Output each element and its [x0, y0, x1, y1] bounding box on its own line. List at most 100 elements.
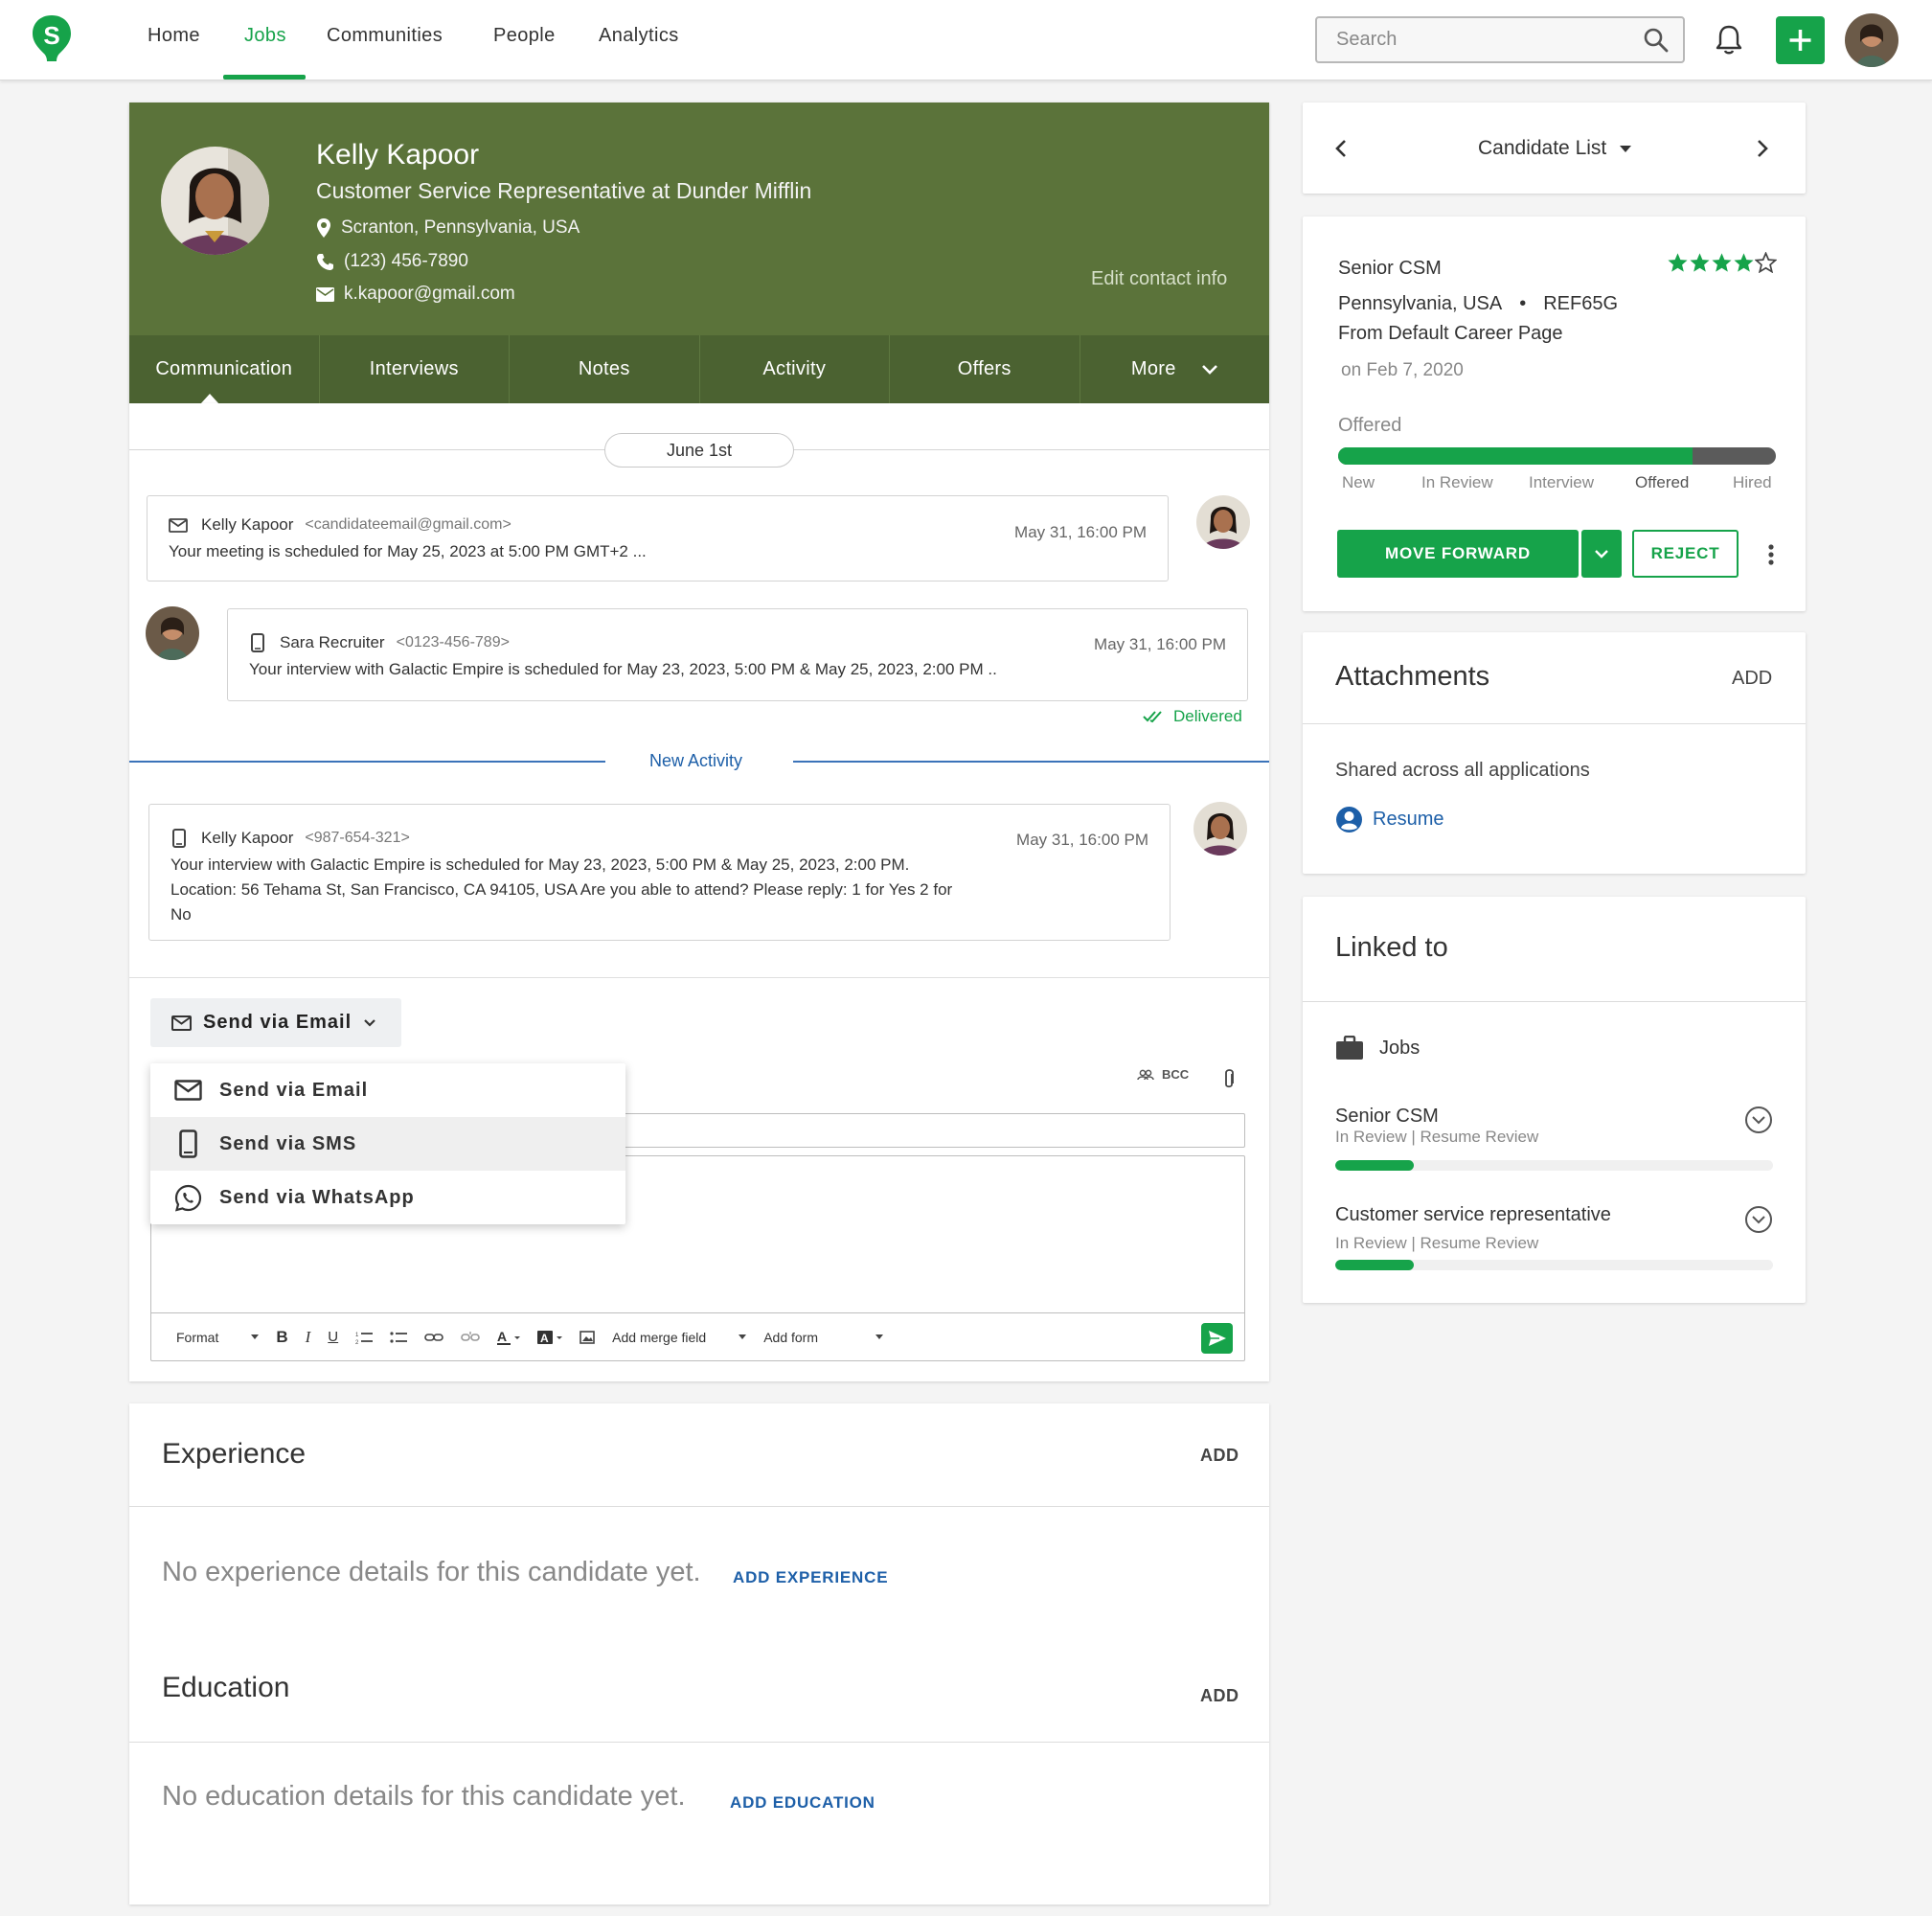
linked-job-name[interactable]: Senior CSM [1335, 1106, 1439, 1128]
move-forward-dropdown[interactable] [1581, 530, 1622, 578]
send-via-button[interactable]: Send via Email [150, 998, 401, 1047]
message-header: Sara Recruiter <0123-456-789> [251, 633, 510, 652]
italic-icon[interactable]: I [306, 1328, 311, 1347]
user-avatar[interactable] [1845, 13, 1898, 67]
dropdown-label: Send via Email [219, 1079, 369, 1101]
chevron-down-icon [1201, 364, 1218, 375]
image-icon[interactable] [580, 1330, 595, 1344]
mobile-phone-icon [251, 633, 264, 652]
tab-interviews[interactable]: Interviews [320, 335, 510, 403]
add-experience-link[interactable]: ADD EXPERIENCE [733, 1568, 888, 1587]
job-meta: Pennsylvania, USA • REF65G [1338, 293, 1618, 315]
message-card[interactable]: Kelly Kapoor <987-654-321> Your intervie… [148, 804, 1171, 941]
more-options-icon[interactable] [1768, 544, 1774, 565]
star-filled-icon[interactable] [1711, 252, 1733, 273]
text-color-icon[interactable]: A [497, 1330, 521, 1345]
candidate-phone: (123) 456-7890 [316, 251, 468, 272]
tab-more[interactable]: More [1080, 335, 1270, 403]
star-filled-icon[interactable] [1667, 252, 1689, 273]
add-education-link[interactable]: ADD EDUCATION [730, 1793, 875, 1813]
chevron-left-icon[interactable] [1335, 139, 1347, 158]
message-card[interactable]: Sara Recruiter <0123-456-789> Your inter… [227, 608, 1248, 701]
stage-interview: Interview [1529, 473, 1595, 491]
caret-down-icon [1620, 145, 1632, 152]
search-icon[interactable] [1643, 27, 1670, 54]
add-form-select[interactable]: Add form [763, 1330, 818, 1345]
nav-home[interactable]: Home [148, 25, 200, 47]
star-empty-icon[interactable] [1755, 252, 1777, 273]
search-box [1315, 16, 1685, 63]
chevron-right-icon[interactable] [1757, 139, 1768, 158]
add-attachment-button[interactable]: ADD [1732, 668, 1772, 690]
nav-people[interactable]: People [493, 25, 556, 47]
tab-offers[interactable]: Offers [890, 335, 1080, 403]
dropdown-label: Send via WhatsApp [219, 1186, 415, 1208]
star-filled-icon[interactable] [1689, 252, 1711, 273]
job-ref: REF65G [1543, 293, 1619, 314]
nav-analytics[interactable]: Analytics [599, 25, 679, 47]
shared-label: Shared across all applications [1335, 760, 1590, 781]
linked-job-name[interactable]: Customer service representative [1335, 1204, 1611, 1226]
account-circle-icon [1335, 806, 1363, 833]
message-address: <987-654-321> [305, 830, 410, 846]
chevron-circle-icon[interactable] [1744, 1205, 1773, 1234]
linked-to-card: Linked to Jobs Senior CSM In Review | Re… [1303, 897, 1806, 1303]
underline-icon[interactable]: U [328, 1329, 338, 1345]
communication-panel: June 1st Kelly Kapoor <candidateemail@gm… [129, 403, 1269, 1381]
dropdown-send-whatsapp[interactable]: Send via WhatsApp [150, 1171, 625, 1224]
bcc-toggle[interactable]: BCC [1137, 1067, 1189, 1082]
app-logo[interactable]: S [31, 13, 73, 65]
add-experience-button[interactable]: ADD [1200, 1446, 1239, 1466]
move-forward-button[interactable]: MOVE FORWARD [1337, 530, 1579, 578]
bell-icon[interactable] [1715, 23, 1743, 56]
message-card[interactable]: Kelly Kapoor <candidateemail@gmail.com> … [147, 495, 1169, 582]
tab-notes[interactable]: Notes [510, 335, 700, 403]
bullet-list-icon[interactable] [390, 1331, 408, 1344]
attachments-title: Attachments [1335, 661, 1490, 692]
message-address: <0123-456-789> [396, 634, 510, 650]
edit-contact-link[interactable]: Edit contact info [1091, 268, 1227, 290]
svg-text:1: 1 [355, 1333, 359, 1338]
add-education-button[interactable]: ADD [1200, 1686, 1239, 1706]
send-via-dropdown: Send via Email Send via SMS Send via Wha… [150, 1063, 625, 1224]
star-rating[interactable] [1667, 252, 1777, 273]
paperclip-icon[interactable] [1222, 1068, 1236, 1091]
add-button[interactable] [1776, 16, 1825, 64]
merge-field-select[interactable]: Add merge field [612, 1330, 706, 1345]
link-icon[interactable] [424, 1333, 443, 1342]
nav-jobs[interactable]: Jobs [244, 25, 286, 47]
search-input[interactable] [1317, 18, 1624, 61]
numbered-list-icon[interactable]: 12 [355, 1331, 374, 1344]
location-pin-icon [316, 217, 331, 239]
send-message-button[interactable] [1201, 1323, 1233, 1354]
bold-icon[interactable]: B [276, 1328, 287, 1347]
section-divider [129, 1506, 1269, 1507]
candidate-list-select[interactable]: Candidate List [1478, 137, 1632, 160]
tab-communication[interactable]: Communication [129, 335, 320, 404]
stage-hired: Hired [1733, 473, 1772, 491]
job-source: From Default Career Page [1338, 323, 1563, 344]
tab-more-label: More [1130, 358, 1176, 379]
tab-activity[interactable]: Activity [700, 335, 890, 403]
unlink-icon[interactable] [461, 1331, 480, 1343]
nav-communities[interactable]: Communities [327, 25, 443, 47]
star-filled-icon[interactable] [1733, 252, 1755, 273]
people-icon [1137, 1069, 1154, 1081]
svg-text:2: 2 [355, 1340, 359, 1344]
attachments-card: Attachments ADD Shared across all applic… [1303, 632, 1806, 874]
candidate-avatar [1196, 495, 1250, 549]
resume-link[interactable]: Resume [1335, 806, 1443, 833]
dropdown-send-sms[interactable]: Send via SMS [150, 1117, 625, 1171]
chevron-circle-icon[interactable] [1744, 1106, 1773, 1134]
dropdown-send-email[interactable]: Send via Email [150, 1063, 625, 1117]
highlight-color-icon[interactable]: A [537, 1330, 563, 1345]
caret-down-icon [739, 1334, 747, 1339]
date-pill: June 1st [604, 433, 794, 468]
mail-icon [174, 1080, 202, 1101]
linked-job-progress-fill [1335, 1260, 1415, 1270]
format-select[interactable]: Format [176, 1330, 218, 1345]
message-time: May 31, 16:00 PM [1016, 831, 1148, 849]
reject-button[interactable]: REJECT [1632, 530, 1739, 578]
message-header: Kelly Kapoor <candidateemail@gmail.com> [169, 515, 511, 535]
message-time: May 31, 16:00 PM [1094, 635, 1226, 653]
